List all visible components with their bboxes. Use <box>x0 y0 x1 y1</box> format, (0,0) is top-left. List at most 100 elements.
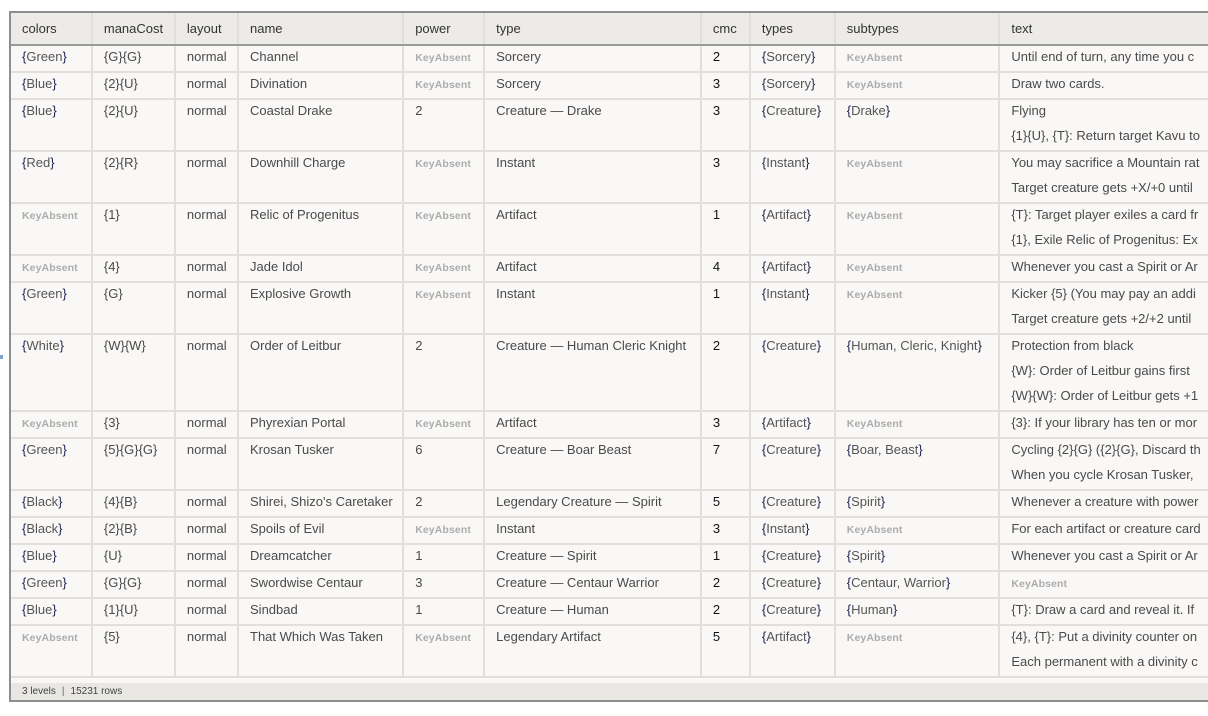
table-row[interactable]: KeyAbsent {1} normal Relic of Progenitus Key… <box>11 203 1208 256</box>
cell-manacost[interactable]: {3} <box>91 411 176 439</box>
cell-type[interactable]: Artifact <box>484 203 702 256</box>
cell-colors[interactable]: {Red} <box>11 151 93 204</box>
cell-power[interactable]: 3 <box>403 571 486 599</box>
cell-text[interactable]: For each artifact or creature card <box>999 517 1208 545</box>
cell-subtypes[interactable]: {Centaur, Warrior} <box>834 571 1001 599</box>
table-row[interactable]: {Blue} {1}{U} normal Sindbad 1 Creature — Hum… <box>11 598 1208 626</box>
cell-power[interactable]: KeyAbsent <box>403 255 486 283</box>
cell-type[interactable]: Sorcery <box>484 45 702 73</box>
cell-manacost[interactable]: {2}{B} <box>91 517 176 545</box>
cell-type[interactable]: Instant <box>484 517 702 545</box>
cell-subtypes[interactable]: KeyAbsent <box>834 517 1001 545</box>
table-row[interactable]: {Green} {G} normal Explosive Growth KeyAbsen… <box>11 282 1208 335</box>
table-row[interactable]: {Black} {4}{B} normal Shirei, Shizo's Caret… <box>11 490 1208 518</box>
cell-power[interactable]: 1 <box>403 544 486 572</box>
cell-colors[interactable]: {Green} <box>11 45 93 73</box>
cell-types[interactable]: {Creature} <box>749 571 836 599</box>
cell-manacost[interactable]: {5} <box>91 625 176 678</box>
cell-subtypes[interactable]: KeyAbsent <box>834 151 1001 204</box>
cell-name[interactable]: Order of Leitbur <box>238 334 405 412</box>
cell-text[interactable]: Protection from black {W}: Order of Leitb… <box>999 334 1208 412</box>
cell-cmc[interactable]: 3 <box>700 72 751 100</box>
cell-power[interactable]: KeyAbsent <box>403 517 486 545</box>
cell-type[interactable]: Creature — Centaur Warrior <box>484 571 702 599</box>
cell-power[interactable]: 2 <box>403 490 486 518</box>
cell-power[interactable]: KeyAbsent <box>403 203 486 256</box>
table-row[interactable]: {Blue} {2}{U} normal Coastal Drake 2 Creature… <box>11 99 1208 152</box>
cell-power[interactable]: KeyAbsent <box>403 151 486 204</box>
cell-text[interactable]: {T}: Target player exiles a card fr {1}, … <box>999 203 1208 256</box>
cell-types[interactable]: {Instant} <box>749 517 836 545</box>
cell-text[interactable]: Until end of turn, any time you c <box>999 45 1208 73</box>
cell-manacost[interactable]: {G} <box>91 282 176 335</box>
cell-type[interactable]: Legendary Artifact <box>484 625 702 678</box>
cell-colors[interactable]: KeyAbsent <box>11 203 93 256</box>
column-header-colors[interactable]: colors <box>11 13 93 46</box>
cell-types[interactable]: {Sorcery} <box>749 45 836 73</box>
cell-cmc[interactable]: 2 <box>700 334 751 412</box>
cell-layout[interactable]: normal <box>174 490 240 518</box>
cell-manacost[interactable]: {4}{B} <box>91 490 176 518</box>
cell-manacost[interactable]: {5}{G}{G} <box>91 438 176 491</box>
cell-types[interactable]: {Artifact} <box>749 255 836 283</box>
cell-types[interactable]: {Creature} <box>749 334 836 412</box>
cell-name[interactable]: Jade Idol <box>238 255 405 283</box>
cell-subtypes[interactable]: {Human} <box>834 598 1001 626</box>
cell-text[interactable]: Cycling {2}{G} ({2}{G}, Discard th When y… <box>999 438 1208 491</box>
table-row[interactable]: {Red} {2}{R} normal Downhill Charge KeyAbsen… <box>11 151 1208 204</box>
cell-name[interactable]: Divination <box>238 72 405 100</box>
cell-types[interactable]: {Artifact} <box>749 203 836 256</box>
cell-cmc[interactable]: 1 <box>700 203 751 256</box>
table-row[interactable]: KeyAbsent {5} normal That Which Was Taken Ke… <box>11 625 1208 678</box>
cell-layout[interactable]: normal <box>174 255 240 283</box>
cell-cmc[interactable]: 3 <box>700 411 751 439</box>
cell-subtypes[interactable]: KeyAbsent <box>834 282 1001 335</box>
cell-types[interactable]: {Sorcery} <box>749 72 836 100</box>
cell-colors[interactable]: {Green} <box>11 438 93 491</box>
cell-type[interactable]: Sorcery <box>484 72 702 100</box>
cell-types[interactable]: {Creature} <box>749 438 836 491</box>
table-row[interactable]: KeyAbsent {4} normal Jade Idol KeyAbsent Arti… <box>11 255 1208 283</box>
cell-manacost[interactable]: {2}{U} <box>91 72 176 100</box>
cell-type[interactable]: Artifact <box>484 255 702 283</box>
cell-cmc[interactable]: 7 <box>700 438 751 491</box>
column-header-manacost[interactable]: manaCost <box>91 13 176 46</box>
cell-colors[interactable]: KeyAbsent <box>11 255 93 283</box>
cell-cmc[interactable]: 5 <box>700 490 751 518</box>
cell-text[interactable]: KeyAbsent <box>999 571 1208 599</box>
cell-layout[interactable]: normal <box>174 203 240 256</box>
column-header-text[interactable]: text <box>999 13 1208 46</box>
column-header-type[interactable]: type <box>484 13 702 46</box>
table-row[interactable]: {Blue} {2}{U} normal Divination KeyAbsent Sor… <box>11 72 1208 100</box>
column-header-types[interactable]: types <box>749 13 836 46</box>
cell-subtypes[interactable]: {Drake} <box>834 99 1001 152</box>
cell-subtypes[interactable]: {Boar, Beast} <box>834 438 1001 491</box>
cell-manacost[interactable]: {U} <box>91 544 176 572</box>
cell-subtypes[interactable]: {Human, Cleric, Knight} <box>834 334 1001 412</box>
cell-name[interactable]: Relic of Progenitus <box>238 203 405 256</box>
cell-manacost[interactable]: {1}{U} <box>91 598 176 626</box>
cell-layout[interactable]: normal <box>174 598 240 626</box>
cell-colors[interactable]: {Green} <box>11 282 93 335</box>
cell-name[interactable]: Coastal Drake <box>238 99 405 152</box>
cell-power[interactable]: KeyAbsent <box>403 411 486 439</box>
cell-cmc[interactable]: 3 <box>700 99 751 152</box>
cell-types[interactable]: {Creature} <box>749 544 836 572</box>
cell-subtypes[interactable]: KeyAbsent <box>834 255 1001 283</box>
cell-subtypes[interactable]: KeyAbsent <box>834 45 1001 73</box>
cell-layout[interactable]: normal <box>174 99 240 152</box>
cell-types[interactable]: {Artifact} <box>749 411 836 439</box>
cell-name[interactable]: Dreamcatcher <box>238 544 405 572</box>
cell-type[interactable]: Instant <box>484 282 702 335</box>
cell-subtypes[interactable]: KeyAbsent <box>834 411 1001 439</box>
cell-text[interactable]: Kicker {5} (You may pay an addi Target cr… <box>999 282 1208 335</box>
cell-manacost[interactable]: {1} <box>91 203 176 256</box>
cell-types[interactable]: {Creature} <box>749 598 836 626</box>
cell-cmc[interactable]: 2 <box>700 45 751 73</box>
cell-manacost[interactable]: {G}{G} <box>91 45 176 73</box>
cell-text[interactable]: {3}: If your library has ten or mor <box>999 411 1208 439</box>
column-header-power[interactable]: power <box>403 13 486 46</box>
cell-name[interactable]: Channel <box>238 45 405 73</box>
cell-manacost[interactable]: {2}{R} <box>91 151 176 204</box>
cell-text[interactable]: Whenever a creature with power <box>999 490 1208 518</box>
